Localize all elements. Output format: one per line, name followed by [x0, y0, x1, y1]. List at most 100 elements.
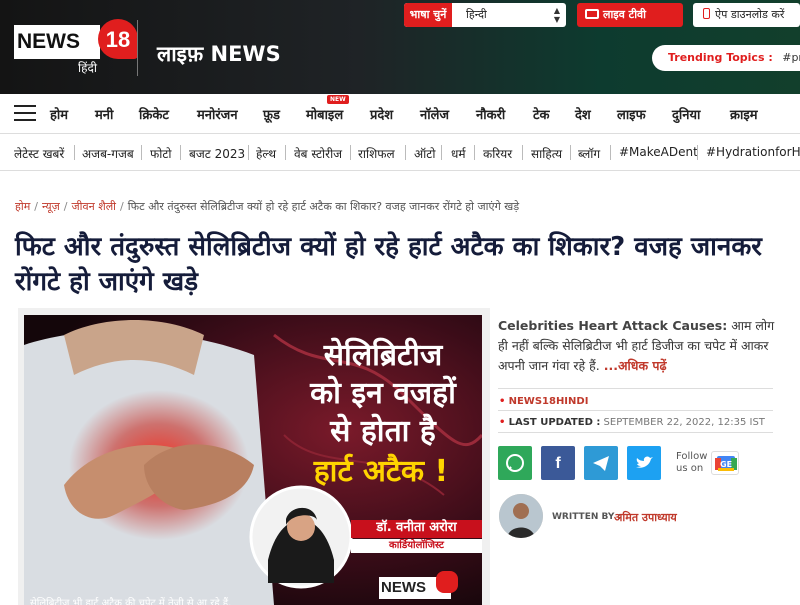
author-avatar[interactable]: [499, 494, 543, 538]
svg-text:GE: GE: [720, 460, 732, 469]
language-select[interactable]: हिन्दी ▲ ▼: [452, 3, 566, 27]
nav-item-jobs[interactable]: नौकरी: [476, 105, 505, 123]
breadcrumb-lifestyle[interactable]: जीवन शैली: [72, 200, 117, 213]
trending-label: Trending Topics :: [668, 51, 773, 64]
last-updated-value: SEPTEMBER 22, 2022, 12:35 IST: [603, 417, 765, 428]
logo-number: 18: [98, 19, 138, 59]
phone-icon: [703, 8, 710, 19]
subnav-divider: [180, 145, 181, 160]
article-headline: फिट और तंदुरुस्त सेलिब्रिटीज क्यों हो रह…: [15, 232, 762, 297]
facebook-share-button[interactable]: f: [541, 446, 575, 480]
nav-item-world[interactable]: दुनिया: [672, 105, 700, 123]
trending-topics-bar: Trending Topics : #pm-m: [652, 45, 800, 71]
nav-item-home[interactable]: होम: [50, 105, 68, 123]
last-updated-line: • LAST UPDATED : SEPTEMBER 22, 2022, 12:…: [499, 417, 765, 428]
author-name[interactable]: अमित उपाध्याय: [614, 510, 677, 525]
nav-item-food[interactable]: फ़ूड: [263, 105, 280, 123]
nav-item-crime[interactable]: क्राइम: [730, 105, 758, 123]
subnav-divider: [570, 145, 571, 160]
hero-image-container: सेलिब्रिटीज को इन वजहों से होता है हार्ट…: [18, 308, 490, 605]
follow-us-label: Follow us on: [676, 451, 707, 475]
nav-item-mobile[interactable]: मोबाइल: [306, 105, 343, 123]
image-watermark: NEWS: [381, 579, 426, 596]
facebook-icon: f: [555, 455, 561, 472]
follow-label-line-2: us on: [676, 463, 704, 474]
article-source[interactable]: NEWS18HINDI: [509, 396, 589, 407]
subnav-divider: [474, 145, 475, 160]
language-selector[interactable]: भाषा चुनें हिन्दी ▲ ▼: [404, 3, 566, 27]
nav-item-tech[interactable]: टेक: [533, 105, 550, 123]
subnav-item-dharm[interactable]: धर्म: [451, 145, 466, 162]
subnav-item-web-stories[interactable]: वेब स्टोरीज: [294, 145, 342, 162]
subnav-divider: [248, 145, 249, 160]
section-brand-title[interactable]: लाइफ़ NEWS: [157, 40, 281, 68]
site-header: NEWS 18 हिंदी लाइफ़ NEWS भाषा चुनें हिन्…: [0, 0, 800, 94]
breadcrumb-news[interactable]: न्यूज़: [42, 200, 60, 213]
image-title-line-3: से होता है: [330, 414, 436, 449]
breadcrumb-separator: /: [63, 200, 68, 213]
logo-wordmark: NEWS: [14, 25, 100, 59]
language-label: भाषा चुनें: [404, 3, 452, 27]
nav-item-desh[interactable]: देश: [575, 105, 591, 123]
subnav-divider: [441, 145, 442, 160]
image-caption: सेलिब्रिटीज भी हार्ट अटैक की चपेट में ते…: [30, 598, 232, 605]
breadcrumb-current: फिट और तंदुरुस्त सेलिब्रिटीज क्यों हो रह…: [127, 200, 520, 213]
nav-item-knowledge[interactable]: नॉलेज: [420, 105, 449, 123]
header-divider: [137, 20, 138, 76]
breadcrumb: होम / न्यूज़ / जीवन शैली / फिट और तंदुरुस्त से…: [15, 199, 519, 214]
whatsapp-share-button[interactable]: [498, 446, 532, 480]
bullet-icon: •: [499, 396, 506, 407]
last-updated-label: LAST UPDATED :: [508, 417, 601, 428]
subnav-item-blog[interactable]: ब्लॉग: [578, 145, 600, 162]
whatsapp-icon: [506, 454, 524, 472]
subnav-item-health[interactable]: हेल्थ: [256, 145, 276, 162]
doctor-name: डॉ. वनीता अरोरा: [376, 520, 457, 535]
subnav-item-career[interactable]: करियर: [483, 145, 512, 162]
written-by-label: WRITTEN BY :: [552, 512, 622, 522]
hero-image[interactable]: सेलिब्रिटीज को इन वजहों से होता है हार्ट…: [24, 315, 482, 605]
subnav-item-makeadent[interactable]: #MakeADent: [619, 145, 698, 159]
google-news-icon[interactable]: GE: [711, 451, 739, 475]
subnav-item-photo[interactable]: फोटो: [150, 145, 172, 162]
subnav-divider: [285, 145, 286, 160]
subnav-item-rashifal[interactable]: राशिफल: [358, 145, 395, 162]
subnav-item-hydration[interactable]: #HydrationforHea: [706, 145, 800, 159]
read-more-link[interactable]: ...अधिक पढ़ें: [604, 358, 667, 373]
language-value: हिन्दी: [466, 8, 487, 21]
image-title-line-1: सेलिब्रिटीज: [323, 338, 443, 373]
nav-item-life[interactable]: लाइफ: [617, 105, 646, 123]
breadcrumb-separator: /: [120, 200, 124, 213]
subnav-item-auto[interactable]: ऑटो: [414, 145, 435, 162]
follow-label-line-1: Follow: [676, 451, 708, 462]
nav-item-cricket[interactable]: क्रिकेट: [139, 105, 169, 123]
nav-item-pradesh[interactable]: प्रदेश: [370, 105, 393, 123]
app-download-label: ऐप डाउनलोड करें: [715, 8, 785, 21]
trending-topic-link[interactable]: #pm-m: [782, 51, 800, 64]
hamburger-menu-icon[interactable]: [14, 105, 36, 121]
divider: [498, 432, 773, 433]
twitter-share-button[interactable]: [627, 446, 661, 480]
nav-item-entertainment[interactable]: मनोरंजन: [197, 105, 238, 123]
subnav-item-budget[interactable]: बजट 2023: [189, 145, 245, 162]
subnav-item-ajab-gajab[interactable]: अजब-गजब: [82, 145, 134, 162]
subnav-item-sahitya[interactable]: साहित्य: [531, 145, 562, 162]
news18-logo[interactable]: NEWS 18 हिंदी: [14, 19, 138, 75]
tv-icon: [585, 9, 599, 19]
subnav-divider: [697, 145, 698, 160]
live-tv-button[interactable]: लाइव टीवी: [577, 3, 683, 27]
subnav-divider: [141, 145, 142, 160]
logo-subtitle: हिंदी: [78, 61, 97, 75]
summary-lead: Celebrities Heart Attack Causes:: [498, 318, 728, 333]
app-download-button[interactable]: ऐप डाउनलोड करें: [693, 3, 800, 27]
article-summary: Celebrities Heart Attack Causes: आम लोग …: [498, 316, 788, 376]
divider: [498, 410, 773, 411]
updown-chevron-icon: ▲ ▼: [553, 6, 560, 24]
nav-item-money[interactable]: मनी: [95, 105, 113, 123]
telegram-icon: [593, 456, 609, 471]
telegram-share-button[interactable]: [584, 446, 618, 480]
breadcrumb-separator: /: [34, 200, 38, 213]
bullet-icon: •: [499, 417, 506, 428]
breadcrumb-home[interactable]: होम: [15, 200, 30, 213]
subnav-divider: [522, 145, 523, 160]
subnav-item-latest[interactable]: लेटेस्ट खबरें: [14, 145, 64, 162]
